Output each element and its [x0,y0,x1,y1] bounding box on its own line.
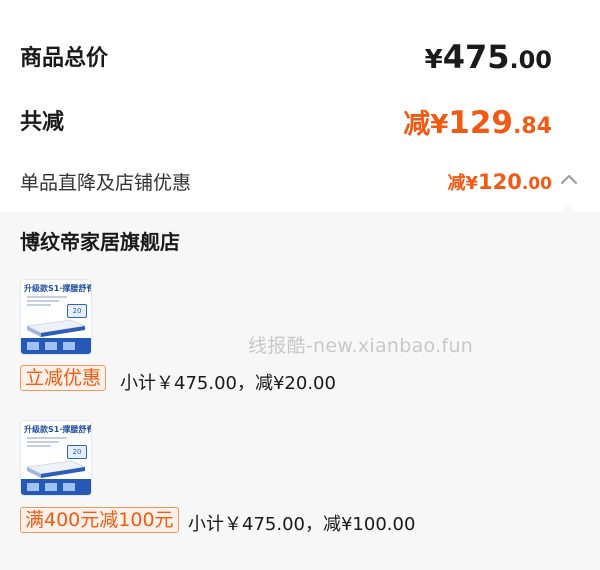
store-discount-label[interactable]: 单品直降及店铺优惠 [20,168,191,195]
product-thumbnail-text-lines [27,296,67,308]
total-discount-currency: ¥ [430,110,449,140]
store-discount-decimal: .00 [521,174,552,194]
product-thumbnail-title: 升级款S1·撑腰舒脊 [24,425,92,434]
total-discount-decimal: .84 [513,114,552,139]
promo-tag: 立减优惠 [20,365,107,391]
total-discount-value: 减¥129.84 [403,102,552,141]
store-discount-prefix: 减 [447,173,466,194]
store-discount-value[interactable]: 减¥120.00 [448,169,553,195]
item-subtotal: 小计￥475.00，减¥100.00 [188,514,416,535]
total-price-decimal: .00 [509,46,552,74]
total-discount-label: 共减 [20,110,65,135]
total-discount-prefix: 减 [403,109,431,140]
chevron-up-icon[interactable] [559,170,579,190]
product-thumbnail[interactable]: 升级款S1·撑腰舒脊 20 [20,279,92,355]
store-name: 博纹帝家居旗舰店 [20,230,180,254]
total-price-integer: 475 [442,38,510,76]
product-thumbnail[interactable]: 升级款S1·撑腰舒脊 20 [20,420,92,496]
mattress-image [25,460,87,478]
product-thumbnail-footer [21,338,91,354]
product-thumbnail-title: 升级款S1·撑腰舒脊 [24,284,92,293]
product-thumbnail-footer [21,479,91,495]
item-subtotal: 小计￥475.00，减¥20.00 [120,373,336,394]
total-price-label: 商品总价 [20,46,109,71]
panel-pointer [560,204,576,212]
total-discount-integer: 129 [448,105,514,141]
watermark-text: 线报酷-new.xianbao.fun [248,335,474,357]
product-thumbnail-text-lines [27,437,67,449]
store-discount-currency: ¥ [465,173,479,194]
mattress-image [25,319,87,337]
promo-tag: 满400元减100元 [20,507,179,533]
total-price-value: ¥475.00 [425,38,552,76]
store-discount-integer: 120 [478,170,522,194]
total-price-currency: ¥ [424,45,443,75]
store-discount-panel: 博纹帝家居旗舰店 升级款S1·撑腰舒脊 20 立减优惠 小计￥475.00，减¥… [0,204,600,570]
